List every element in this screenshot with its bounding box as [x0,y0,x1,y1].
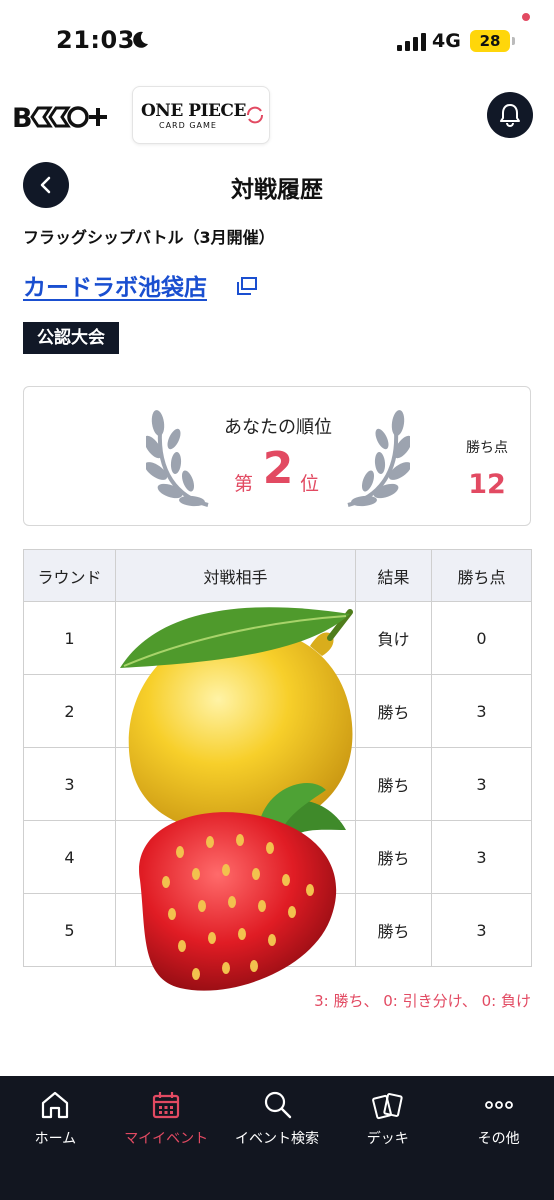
opponent-cell[interactable] [115,893,356,967]
results-table: ラウンド 対戦相手 結果 勝ち点 1 負け 0 2 勝ち 3 3 勝ち 3 4 … [23,549,532,967]
app-header: B ONE PIECE CARD GAME [0,80,554,150]
nav-item-my-events[interactable]: マイイベント [111,1076,222,1200]
round-cell: 2 [23,674,116,748]
rotate-icon [247,106,263,124]
opponent-cell[interactable] [115,747,356,821]
round-cell: 4 [23,820,116,894]
calendar-icon [153,1092,180,1119]
header-points: 勝ち点 [431,549,532,602]
nav-item-event-search[interactable]: イベント検索 [222,1076,333,1200]
notification-dot [521,12,531,22]
header-round: ラウンド [23,549,116,602]
points-cell: 3 [431,893,532,967]
nav-label-home: ホーム [34,1131,77,1147]
opponent-cell[interactable] [115,820,356,894]
header-result: 結果 [355,549,432,602]
result-cell: 勝ち [355,747,432,821]
nav-label-more: その他 [477,1131,520,1147]
result-cell: 勝ち [355,674,432,748]
nav-item-home[interactable]: ホーム [0,1076,111,1200]
page-title: 対戦履歴 [231,177,323,203]
store-link[interactable]: カードラボ池袋店 [23,268,207,302]
round-cell: 3 [23,747,116,821]
game-logo[interactable]: ONE PIECE CARD GAME [132,86,270,144]
status-bar: 21:03 4G 28 [0,0,554,80]
status-time: 21:03 [56,26,135,54]
home-icon [42,1091,69,1119]
nav-label-event-search: イベント検索 [234,1131,319,1147]
network-label: 4G [432,30,461,52]
nav-label-deck: デッキ [366,1131,409,1147]
bottom-nav: ホーム マイイベント イベント検索 デッキ その他 [0,1076,554,1200]
rank-value: 2 [262,443,294,494]
opponent-cell[interactable] [115,674,356,748]
search-icon [264,1091,292,1119]
event-name: フラッグシップバトル（3月開催） [23,228,275,247]
game-logo-subtitle: CARD GAME [159,121,217,130]
rank-prefix: 第 [234,473,254,495]
result-cell: 勝ち [355,893,432,967]
rank-suffix: 位 [300,473,320,495]
more-icon [484,1101,513,1109]
game-logo-title: ONE PIECE [141,101,246,121]
table-row: 4 勝ち 3 [23,820,532,894]
points-cell: 0 [431,601,532,675]
brand-logo[interactable]: B [12,100,112,134]
round-cell: 1 [23,601,116,675]
result-cell: 負け [355,601,432,675]
moon-icon [133,31,148,48]
table-row: 3 勝ち 3 [23,747,532,821]
battery-icon: 28 [470,30,510,52]
category-badge: 公認大会 [23,322,119,354]
header-opponent: 対戦相手 [115,549,356,602]
points-cell: 3 [431,674,532,748]
rank-label: あなたの順位 [224,417,332,438]
opponent-cell[interactable] [115,601,356,675]
points-label: 勝ち点 [466,440,508,456]
svg-text:B: B [12,103,32,134]
table-header-row: ラウンド 対戦相手 結果 勝ち点 [23,549,532,602]
points-cell: 3 [431,747,532,821]
table-row: 2 勝ち 3 [23,674,532,748]
notification-button[interactable] [487,92,533,138]
battery-cap [512,37,515,45]
rank-card: あなたの順位 第 2 位 勝ち点 12 [23,386,531,526]
signal-icon [397,33,426,51]
match-summary: 3: 勝ち、 0: 引き分け、 0: 負け [314,992,531,1010]
points-cell: 3 [431,820,532,894]
bell-icon [500,104,520,127]
nav-item-deck[interactable]: デッキ [332,1076,443,1200]
table-row: 1 負け 0 [23,601,532,675]
round-cell: 5 [23,893,116,967]
table-row: 5 勝ち 3 [23,893,532,967]
points-value: 12 [468,469,506,500]
nav-item-more[interactable]: その他 [443,1076,554,1200]
nav-label-my-events: マイイベント [124,1131,209,1147]
external-link-icon[interactable] [236,276,258,296]
result-cell: 勝ち [355,820,432,894]
cards-icon [371,1093,403,1120]
